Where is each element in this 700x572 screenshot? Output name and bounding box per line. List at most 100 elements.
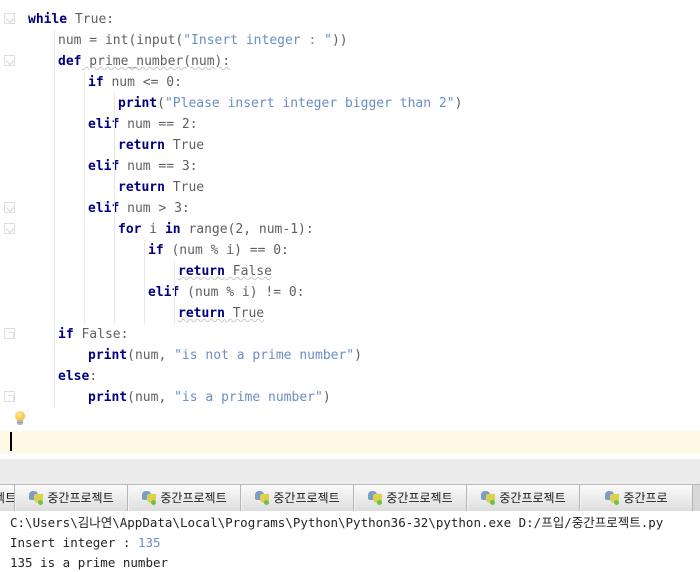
code-token: print — [88, 348, 128, 363]
code-token: True — [164, 138, 205, 153]
code-token: True — [224, 306, 265, 321]
console-user-input: 135 — [137, 535, 161, 550]
python-file-icon — [368, 491, 383, 505]
code-token: ) — [354, 348, 362, 363]
code-token: (num % i) == 0: — [163, 243, 289, 258]
code-line[interactable]: if False: — [58, 324, 128, 345]
code-token: True: — [67, 12, 115, 27]
code-token: False — [224, 264, 272, 279]
code-line[interactable]: num = int(input("Insert integer : ")) — [58, 30, 348, 51]
file-tab-label: 중간프로젝트 — [0, 491, 14, 505]
code-token: : — [89, 369, 98, 384]
code-token: while — [28, 12, 68, 27]
file-tab[interactable]: 중간프로젝트 — [15, 485, 128, 511]
code-line[interactable]: elif num > 3: — [88, 198, 190, 219]
console-text: 135 is a prime number — [10, 555, 169, 570]
file-tab-label: 중간프로 — [623, 491, 668, 505]
code-token: range(2, num-1): — [180, 222, 314, 237]
python-file-icon — [142, 491, 157, 505]
file-tab-label: 중간프로젝트 — [160, 491, 227, 505]
code-token: in — [164, 222, 181, 237]
code-token: )) — [331, 33, 348, 48]
code-editor[interactable]: while True: num = int(input("Insert integ… — [0, 0, 700, 458]
python-file-icon — [481, 491, 496, 505]
code-token: return — [118, 138, 165, 153]
code-token: prime_number(num): — [81, 54, 231, 69]
code-line[interactable]: elif (num % i) != 0: — [148, 282, 305, 303]
code-line[interactable]: elif num == 3: — [88, 156, 198, 177]
python-file-icon — [255, 491, 270, 505]
file-tab-strip[interactable]: 중간프로젝트 중간프로젝트 중간프로젝트 중간프로젝트 중간프로젝트 중간프로젝트 중간프로 — [0, 484, 700, 511]
console-text: Insert integer : — [10, 535, 138, 550]
code-token: (num, — [127, 390, 175, 405]
indent-guide — [84, 72, 85, 324]
code-token: for — [118, 222, 142, 237]
indent-guide — [114, 93, 115, 324]
console-text: C:\Users\김나연\AppData\Local\Programs\Pyth… — [10, 515, 664, 530]
code-token: else — [58, 369, 90, 384]
file-tab-label: 중간프로젝트 — [47, 491, 114, 505]
code-token: ) — [322, 390, 331, 405]
console-line: 135 is a prime number — [10, 553, 168, 572]
file-tab[interactable]: 중간프로 — [580, 485, 693, 511]
file-tab-label: 중간프로젝트 — [386, 491, 453, 505]
code-token: (num % i) != 0: — [179, 285, 305, 300]
code-token: if — [88, 75, 104, 90]
lightbulb-icon[interactable] — [13, 411, 27, 427]
code-token: False: — [73, 327, 129, 342]
code-token: (num, — [127, 348, 175, 363]
code-area[interactable]: while True: num = int(input("Insert integ… — [0, 0, 700, 458]
file-tab[interactable]: 중간프로젝트 — [128, 485, 241, 511]
file-tab[interactable]: 중간프로젝트 — [0, 485, 15, 511]
code-token: return — [178, 306, 225, 321]
code-token: print — [88, 390, 128, 405]
code-line[interactable]: while True: — [28, 9, 114, 30]
code-line[interactable]: return True — [118, 177, 204, 198]
code-line[interactable]: if num <= 0: — [88, 72, 182, 93]
indent-guide — [54, 30, 55, 408]
code-token: "Please insert integer bigger than 2" — [164, 96, 455, 111]
lightbulb-base — [17, 420, 23, 425]
code-token: def — [58, 54, 82, 69]
code-line[interactable]: print(num, "is a prime number") — [88, 387, 331, 408]
code-token: print — [118, 96, 158, 111]
code-token: "is not a prime number" — [174, 348, 355, 363]
file-tab[interactable]: 중간프로젝트 — [241, 485, 354, 511]
file-tab[interactable]: 중간프로젝트 — [467, 485, 580, 511]
code-line[interactable]: return True — [118, 135, 204, 156]
code-line[interactable]: elif num == 2: — [88, 114, 198, 135]
text-caret — [10, 432, 12, 451]
code-token: True — [164, 180, 205, 195]
code-line[interactable]: def prime_number(num): — [58, 51, 230, 72]
console-output-panel[interactable]: C:\Users\김나연\AppData\Local\Programs\Pyth… — [0, 511, 700, 572]
code-token: return — [118, 180, 165, 195]
code-line[interactable]: if (num % i) == 0: — [148, 240, 289, 261]
code-token: ) — [454, 96, 463, 111]
code-token: "is a prime number" — [174, 390, 323, 405]
console-line: Insert integer : 135 — [10, 533, 161, 553]
code-token: "Insert integer : " — [183, 33, 332, 48]
code-line[interactable]: for i in range(2, num-1): — [118, 219, 314, 240]
python-file-icon — [29, 491, 44, 505]
code-line[interactable]: print("Please insert integer bigger than… — [118, 93, 462, 114]
code-token: num == 2: — [119, 117, 198, 132]
code-line[interactable]: return False — [178, 261, 272, 282]
editor-bottom-band — [0, 458, 700, 484]
file-tab-label: 중간프로젝트 — [499, 491, 566, 505]
code-token: num > 3: — [119, 201, 190, 216]
code-token: num <= 0: — [103, 75, 182, 90]
code-line[interactable]: print(num, "is not a prime number") — [88, 345, 362, 366]
code-token: return — [178, 264, 225, 279]
indent-guide — [174, 261, 175, 324]
console-line: C:\Users\김나연\AppData\Local\Programs\Pyth… — [10, 513, 663, 533]
file-tab[interactable]: 중간프로젝트 — [354, 485, 467, 511]
code-token: num == 3: — [119, 159, 198, 174]
code-line[interactable]: else: — [58, 366, 97, 387]
indent-guide — [144, 240, 145, 324]
file-tab-label: 중간프로젝트 — [273, 491, 340, 505]
code-token: i — [141, 222, 165, 237]
code-token: if — [148, 243, 164, 258]
code-token: num = int(input( — [58, 33, 184, 48]
code-token: ( — [157, 96, 165, 111]
code-line[interactable]: return True — [178, 303, 264, 324]
